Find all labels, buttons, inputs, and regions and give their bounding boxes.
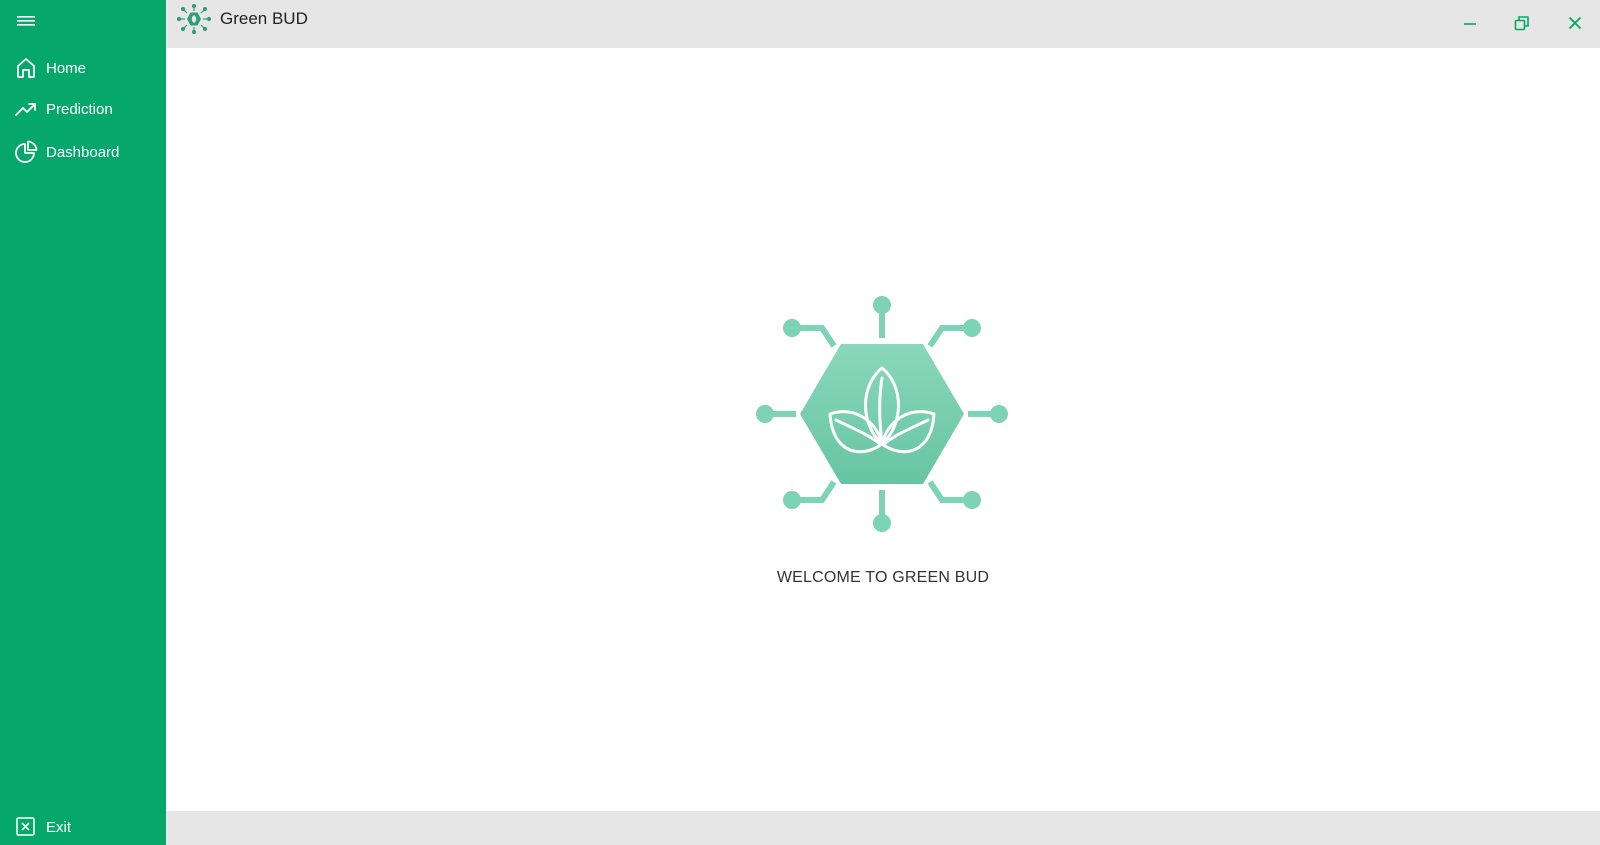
close-box-icon (14, 815, 38, 839)
sidebar-item-label: Prediction (46, 100, 113, 118)
pie-chart-icon (14, 140, 38, 164)
restore-icon (1514, 16, 1529, 31)
app-title: Green BUD (220, 9, 308, 28)
restore-button[interactable] (1511, 12, 1533, 34)
sidebar-item-label: Home (46, 59, 87, 77)
app-window: Home Prediction Dashboard Exit Green BUD… (0, 0, 1600, 845)
home-icon (14, 56, 38, 80)
sidebar-item-dashboard[interactable]: Dashboard (14, 137, 119, 167)
exit-button[interactable]: Exit (14, 812, 71, 842)
sidebar-item-label: Dashboard (46, 143, 120, 161)
app-logo-icon (176, 3, 212, 35)
green-bud-logo (748, 294, 1016, 534)
sidebar: Home Prediction Dashboard Exit (0, 0, 166, 845)
close-icon (1568, 16, 1582, 30)
minimize-icon (1464, 23, 1476, 25)
close-button[interactable] (1564, 12, 1586, 34)
hamburger-icon[interactable] (14, 10, 38, 34)
exit-label: Exit (46, 818, 72, 836)
welcome-text: WELCOME TO GREEN BUD (776, 569, 990, 586)
title-bar: Green BUD (166, 0, 1600, 48)
status-bar (166, 811, 1600, 845)
sidebar-item-prediction[interactable]: Prediction (14, 94, 113, 124)
minimize-button[interactable] (1459, 12, 1481, 34)
main-content: WELCOME TO GREEN BUD (166, 48, 1600, 811)
trending-up-icon (14, 97, 38, 121)
sidebar-item-home[interactable]: Home (14, 53, 86, 83)
